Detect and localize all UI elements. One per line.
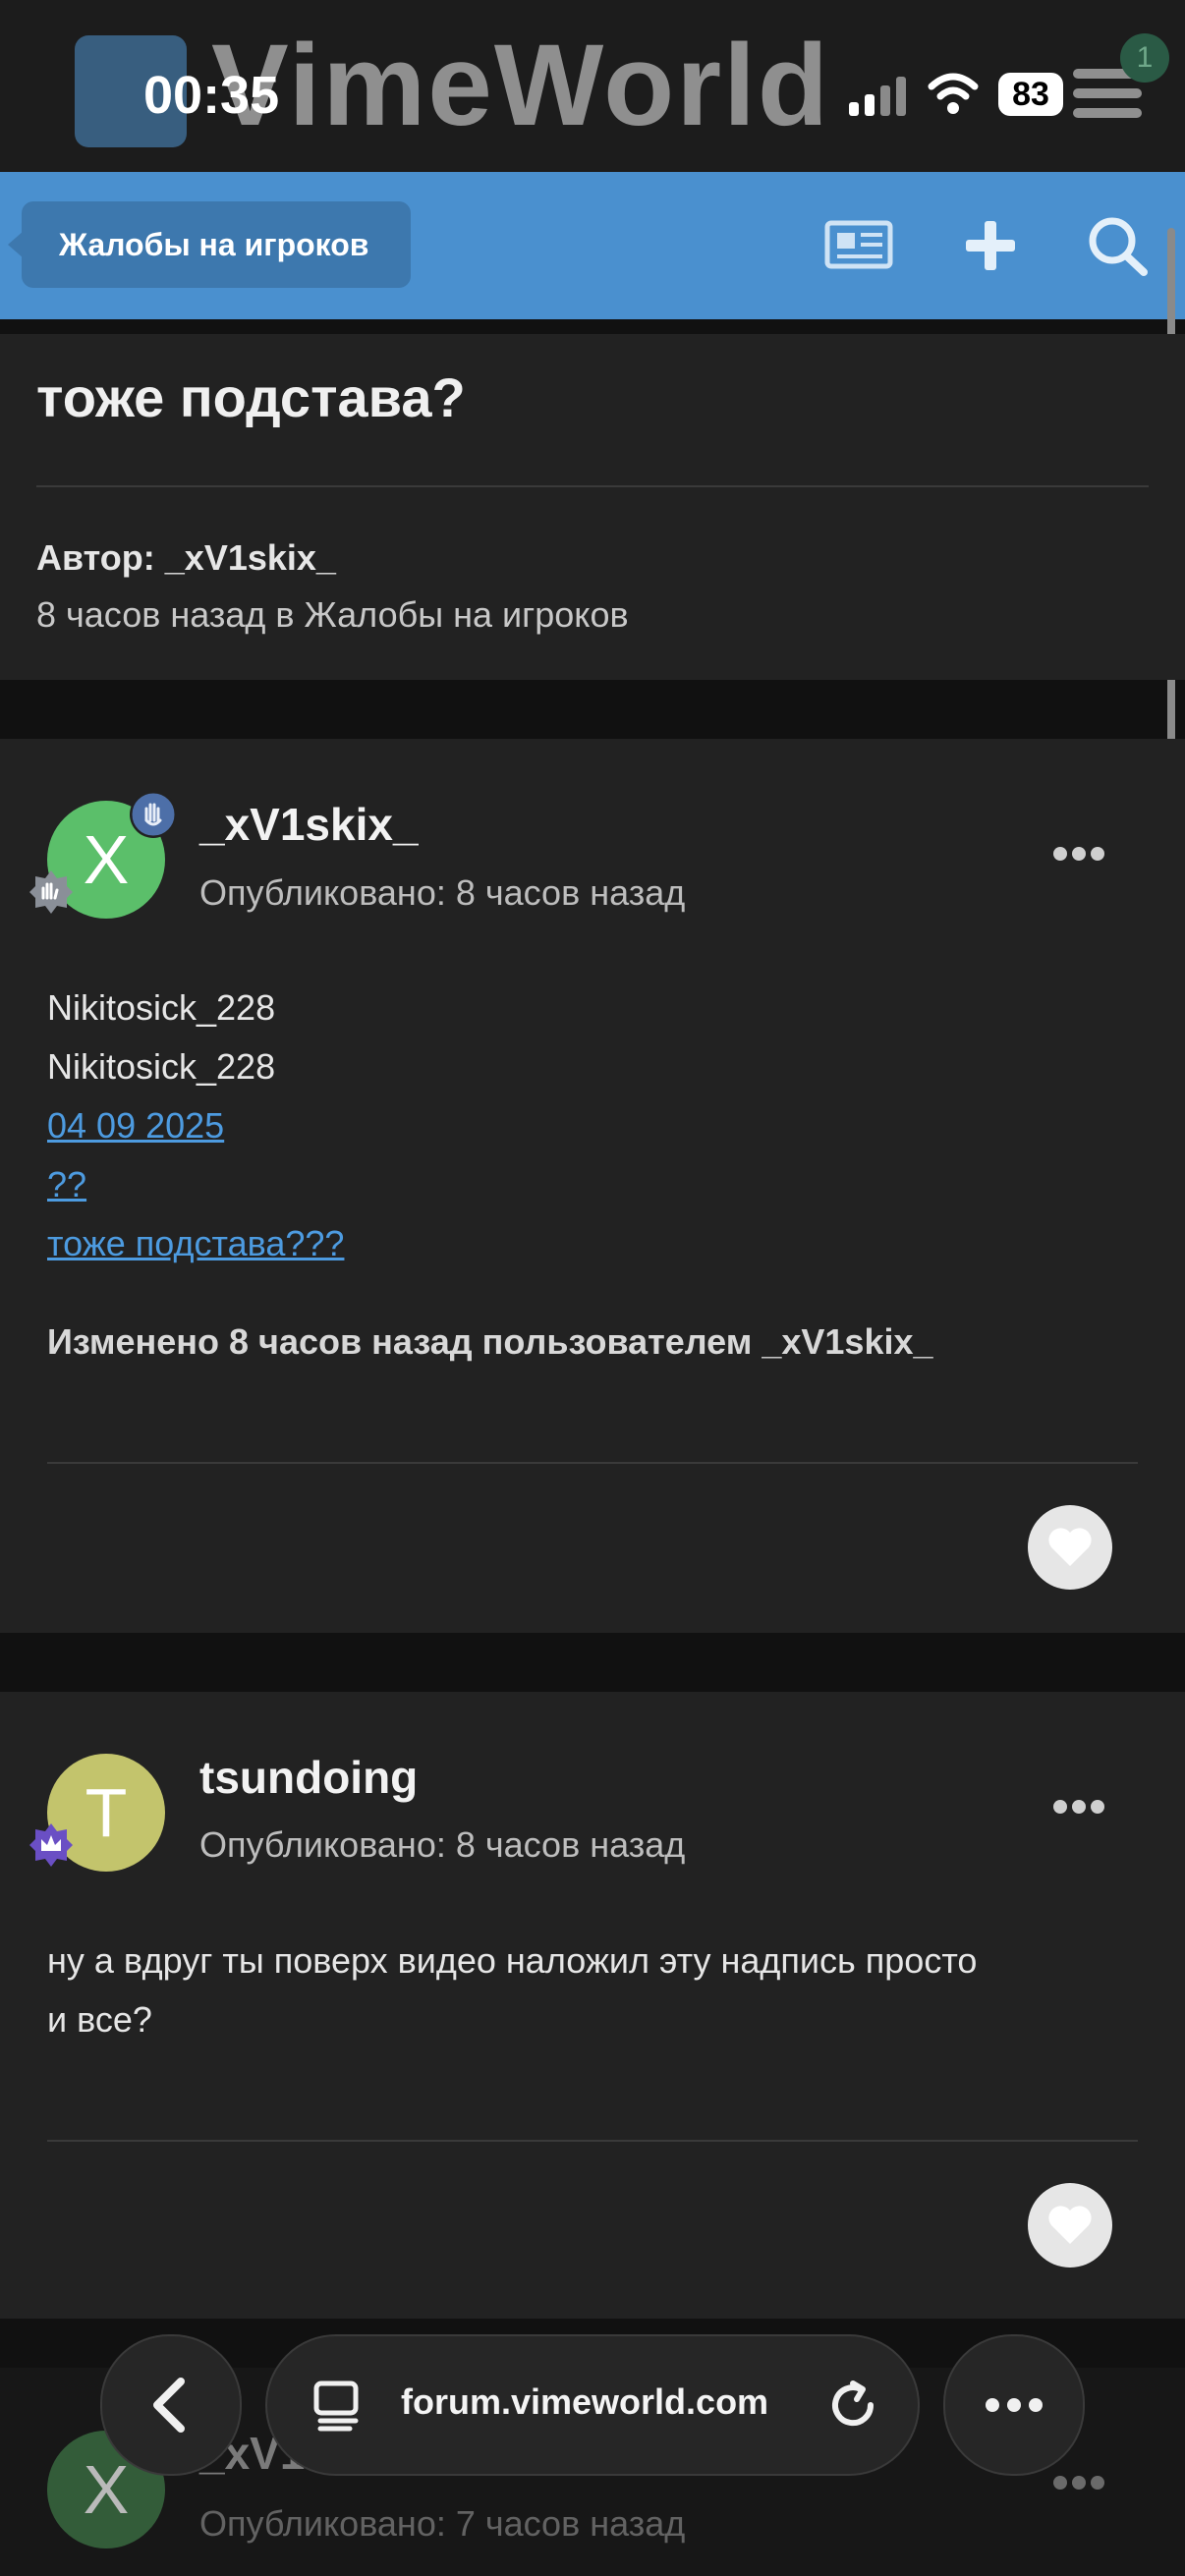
breadcrumb-label: Жалобы на игроков [59,227,369,262]
post-link[interactable]: тоже подстава??? [47,1223,344,1264]
wifi-icon [928,73,979,114]
topic-title: тоже подстава? [36,366,466,428]
crown-badge-icon [29,1823,73,1867]
post-timestamp: Опубликовано: 8 часов назад [199,872,686,913]
more-options-icon[interactable] [1053,1800,1112,1820]
like-button[interactable] [1028,2183,1112,2268]
chevron-left-icon [153,2378,185,2433]
heart-icon [1048,1528,1092,1566]
post-link[interactable]: 04 09 2025 [47,1105,224,1147]
like-button[interactable] [1028,1505,1112,1590]
browser-back-button[interactable] [100,2334,242,2476]
site-logo-text[interactable]: VimeWorld [211,28,830,143]
plus-icon[interactable] [953,211,1028,280]
rank-badge-icon [29,870,73,914]
post-line: Nikitosick_228 [47,1046,276,1087]
divider [47,1462,1138,1464]
post-username[interactable]: tsundoing [199,1751,418,1804]
search-icon[interactable] [1081,211,1156,280]
status-time: 00:35 [143,66,280,125]
tabs-icon [313,2380,359,2432]
notification-badge[interactable]: 1 [1120,33,1169,83]
post-card [0,1692,1185,2319]
edited-note: Изменено 8 часов назад пользователем _xV… [47,1321,933,1362]
more-options-icon[interactable] [1053,2476,1112,2495]
signal-icon [849,77,906,116]
post-username[interactable]: _xV1skix_ [199,798,419,851]
post-line: ну а вдруг ты поверх видео наложил эту н… [47,1940,978,1981]
post-line: Nikitosick_228 [47,987,276,1028]
topic-author[interactable]: Автор: _xV1skix_ [36,537,336,579]
browser-more-button[interactable] [943,2334,1085,2476]
heart-icon [1048,2206,1092,2244]
divider [36,485,1149,487]
divider [47,2140,1138,2142]
forum-nav-bar: Жалобы на игроков [0,172,1185,319]
post-timestamp: Опубликовано: 7 часов назад [199,2503,686,2544]
battery-indicator: 83 [998,73,1063,116]
address-url[interactable]: forum.vimeworld.com [401,2381,768,2423]
more-options-icon[interactable] [1053,847,1112,867]
more-options-icon [986,2398,1043,2412]
hand-badge-icon [130,791,177,838]
site-header: VimeWorld 00:35 83 1 [0,0,1185,172]
reload-icon[interactable] [823,2376,882,2435]
topic-meta: 8 часов назад в Жалобы на игроков [36,594,629,635]
post-link[interactable]: ?? [47,1164,86,1205]
post-line: и все? [47,1999,152,2040]
breadcrumb-back-button[interactable]: Жалобы на игроков [8,201,411,288]
post-timestamp: Опубликовано: 8 часов назад [199,1824,686,1865]
news-icon[interactable] [821,211,896,280]
